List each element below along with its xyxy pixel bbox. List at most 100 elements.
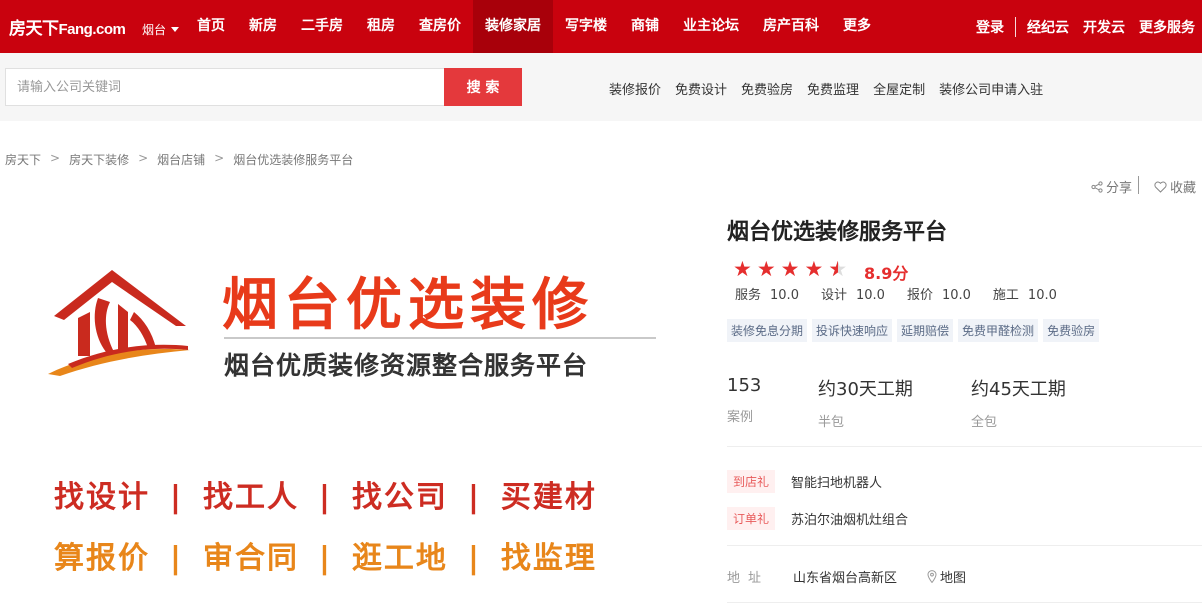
banner-divider bbox=[224, 337, 656, 339]
site-logo[interactable]: 房天下Fang.com bbox=[9, 14, 126, 39]
nav-right: 登录 经纪云 开发云 更多服务 bbox=[969, 0, 1202, 53]
nav-item-1[interactable]: 新房 bbox=[237, 0, 289, 53]
banner-service: 找监理 bbox=[500, 541, 597, 576]
service-tag: 延期赔偿 bbox=[897, 319, 954, 342]
breadcrumb-item-0[interactable]: 房天下 bbox=[5, 151, 41, 168]
city-selector[interactable]: 烟台 bbox=[142, 21, 180, 38]
quick-link-1[interactable]: 免费设计 bbox=[675, 79, 727, 98]
quick-link-2[interactable]: 免费验房 bbox=[741, 79, 793, 98]
banner-services-row-1: 找设计 | 找工人 | 找公司 | 买建材 bbox=[54, 472, 597, 516]
nav-item-4[interactable]: 查房价 bbox=[407, 0, 473, 53]
quick-link-0[interactable]: 装修报价 bbox=[609, 79, 661, 98]
quick-link-4[interactable]: 全屋定制 bbox=[873, 79, 925, 98]
sub-score-value: 10.0 bbox=[770, 288, 799, 303]
company-search-input[interactable] bbox=[5, 68, 445, 106]
nav-item-8[interactable]: 业主论坛 bbox=[671, 0, 751, 53]
nav-right-item-0[interactable]: 经纪云 bbox=[1020, 17, 1076, 37]
nav-item-5[interactable]: 装修家居 bbox=[473, 0, 553, 53]
service-tag: 免费甲醛检测 bbox=[958, 319, 1039, 342]
service-tag: 免费验房 bbox=[1043, 319, 1100, 342]
nav-item-7[interactable]: 商铺 bbox=[619, 0, 671, 53]
logo-text-en: Fang.com bbox=[58, 21, 126, 38]
shop-banner: 烟台优选装修 烟台优质装修资源整合服务平台 找设计 | 找工人 | 找公司 | 买建材 算报… bbox=[0, 200, 700, 615]
nav-item-3[interactable]: 租房 bbox=[355, 0, 407, 53]
map-link[interactable]: 地图 bbox=[927, 567, 966, 586]
share-label: 分享 bbox=[1105, 181, 1132, 196]
gift-text: 苏泊尔油烟机灶组合 bbox=[791, 513, 909, 528]
banner-separator: | bbox=[467, 480, 481, 515]
sub-score-item: 施工 10.0 bbox=[993, 284, 1057, 303]
banner-separator: | bbox=[318, 480, 332, 515]
sub-scores: 服务 10.0 设计 10.0 报价 10.0 施工 10.0 bbox=[735, 284, 1057, 303]
logo-text-cn: 房天下 bbox=[9, 19, 59, 39]
nav-item-9[interactable]: 房产百科 bbox=[751, 0, 831, 53]
star-full-icon: ★ bbox=[733, 257, 752, 281]
service-tag: 装修免息分期 bbox=[727, 319, 808, 342]
quick-link-5[interactable]: 装修公司申请入驻 bbox=[939, 79, 1043, 98]
banner-service: 算报价 bbox=[54, 541, 150, 576]
sub-score-label: 报价 bbox=[906, 288, 933, 303]
stat-value: 153 bbox=[727, 375, 762, 396]
gift-text: 智能扫地机器人 bbox=[791, 476, 883, 491]
address-value: 山东省烟台高新区 bbox=[793, 571, 898, 586]
nav-item-6[interactable]: 写字楼 bbox=[553, 0, 619, 53]
address-row: 地址 山东省烟台高新区 地图 bbox=[727, 567, 966, 586]
share-icon bbox=[1091, 180, 1103, 193]
stat-full-package: 约45天工期 全包 bbox=[971, 375, 1066, 430]
star-full-icon: ★ bbox=[804, 257, 824, 281]
breadcrumb: 房天下 > 房天下装修 > 烟台店铺 > 烟台优选装修服务平台 bbox=[5, 151, 353, 168]
banner-separator: | bbox=[170, 541, 183, 576]
nav-item-2[interactable]: 二手房 bbox=[289, 0, 355, 53]
nav-divider bbox=[1015, 16, 1016, 37]
share-button[interactable]: 分享 bbox=[1091, 177, 1132, 196]
gift-tag: 订单礼 bbox=[727, 507, 776, 530]
favorite-button[interactable]: 收藏 bbox=[1154, 177, 1196, 196]
address-label: 地址 bbox=[727, 571, 770, 586]
sub-score-label: 服务 bbox=[735, 288, 762, 303]
nav-item-10[interactable]: 更多 bbox=[831, 0, 883, 53]
search-button[interactable]: 搜 索 bbox=[444, 68, 522, 106]
overall-score: 8.9分 bbox=[864, 264, 909, 283]
rating-stars: ★ ★ ★ ★ ★ bbox=[733, 257, 847, 281]
login-link[interactable]: 登录 bbox=[969, 17, 1011, 37]
breadcrumb-item-1[interactable]: 房天下装修 bbox=[69, 151, 129, 168]
nav-right-item-2[interactable]: 更多服务 bbox=[1132, 17, 1202, 37]
service-tags: 装修免息分期 投诉快速响应 延期赔偿 免费甲醛检测 免费验房 bbox=[727, 319, 1100, 342]
sub-score-item: 报价 10.0 bbox=[907, 284, 971, 303]
banner-service: 找设计 bbox=[54, 480, 150, 515]
star-full-icon: ★ bbox=[756, 257, 776, 281]
sub-score-label: 设计 bbox=[820, 288, 847, 303]
breadcrumb-item-2[interactable]: 烟台店铺 bbox=[157, 151, 205, 168]
caret-down-icon bbox=[171, 27, 180, 32]
sub-score-value: 10.0 bbox=[1027, 288, 1057, 303]
stat-cases[interactable]: 153 案例 bbox=[727, 375, 761, 425]
top-nav: 房天下Fang.com 烟台 首页 新房 二手房 租房 查房价 装修家居 写字楼 商铺 业主论坛… bbox=[0, 0, 1202, 53]
banner-separator: | bbox=[318, 541, 332, 576]
breadcrumb-separator: > bbox=[214, 151, 225, 165]
breadcrumb-item-3[interactable]: 烟台优选装修服务平台 bbox=[233, 151, 353, 168]
banner-service: 逛工地 bbox=[351, 541, 448, 576]
sub-score-item: 设计 10.0 bbox=[821, 284, 885, 303]
star-half-icon: ★ bbox=[828, 259, 847, 280]
gift-row-store: 到店礼 智能扫地机器人 bbox=[727, 470, 882, 493]
banner-title: 烟台优选装修 bbox=[222, 273, 594, 338]
banner-service: 审合同 bbox=[202, 541, 299, 576]
divider bbox=[727, 446, 1202, 447]
search-bar: 搜 索 装修报价免费设计免费验房免费监理全屋定制装修公司申请入驻 bbox=[0, 53, 1202, 121]
breadcrumb-separator: > bbox=[138, 151, 149, 165]
quick-link-3[interactable]: 免费监理 bbox=[807, 79, 859, 98]
gift-row-order: 订单礼 苏泊尔油烟机灶组合 bbox=[727, 507, 908, 530]
gift-tag: 到店礼 bbox=[727, 470, 776, 493]
action-divider bbox=[1138, 176, 1139, 194]
banner-subtitle: 烟台优质装修资源整合服务平台 bbox=[224, 351, 589, 380]
shop-stats: 153 案例 约30天工期 半包 约45天工期 全包 bbox=[727, 375, 1202, 435]
sub-score-value: 10.0 bbox=[855, 288, 885, 303]
nav-right-item-1[interactable]: 开发云 bbox=[1076, 17, 1132, 37]
main-nav: 首页 新房 二手房 租房 查房价 装修家居 写字楼 商铺 业主论坛 房产百科 更多 bbox=[185, 0, 883, 53]
divider bbox=[727, 545, 1202, 546]
map-label: 地图 bbox=[940, 571, 967, 586]
nav-item-0[interactable]: 首页 bbox=[185, 0, 237, 53]
banner-service: 找工人 bbox=[202, 480, 299, 515]
stat-label: 案例 bbox=[727, 410, 754, 425]
service-tag: 投诉快速响应 bbox=[812, 319, 893, 342]
